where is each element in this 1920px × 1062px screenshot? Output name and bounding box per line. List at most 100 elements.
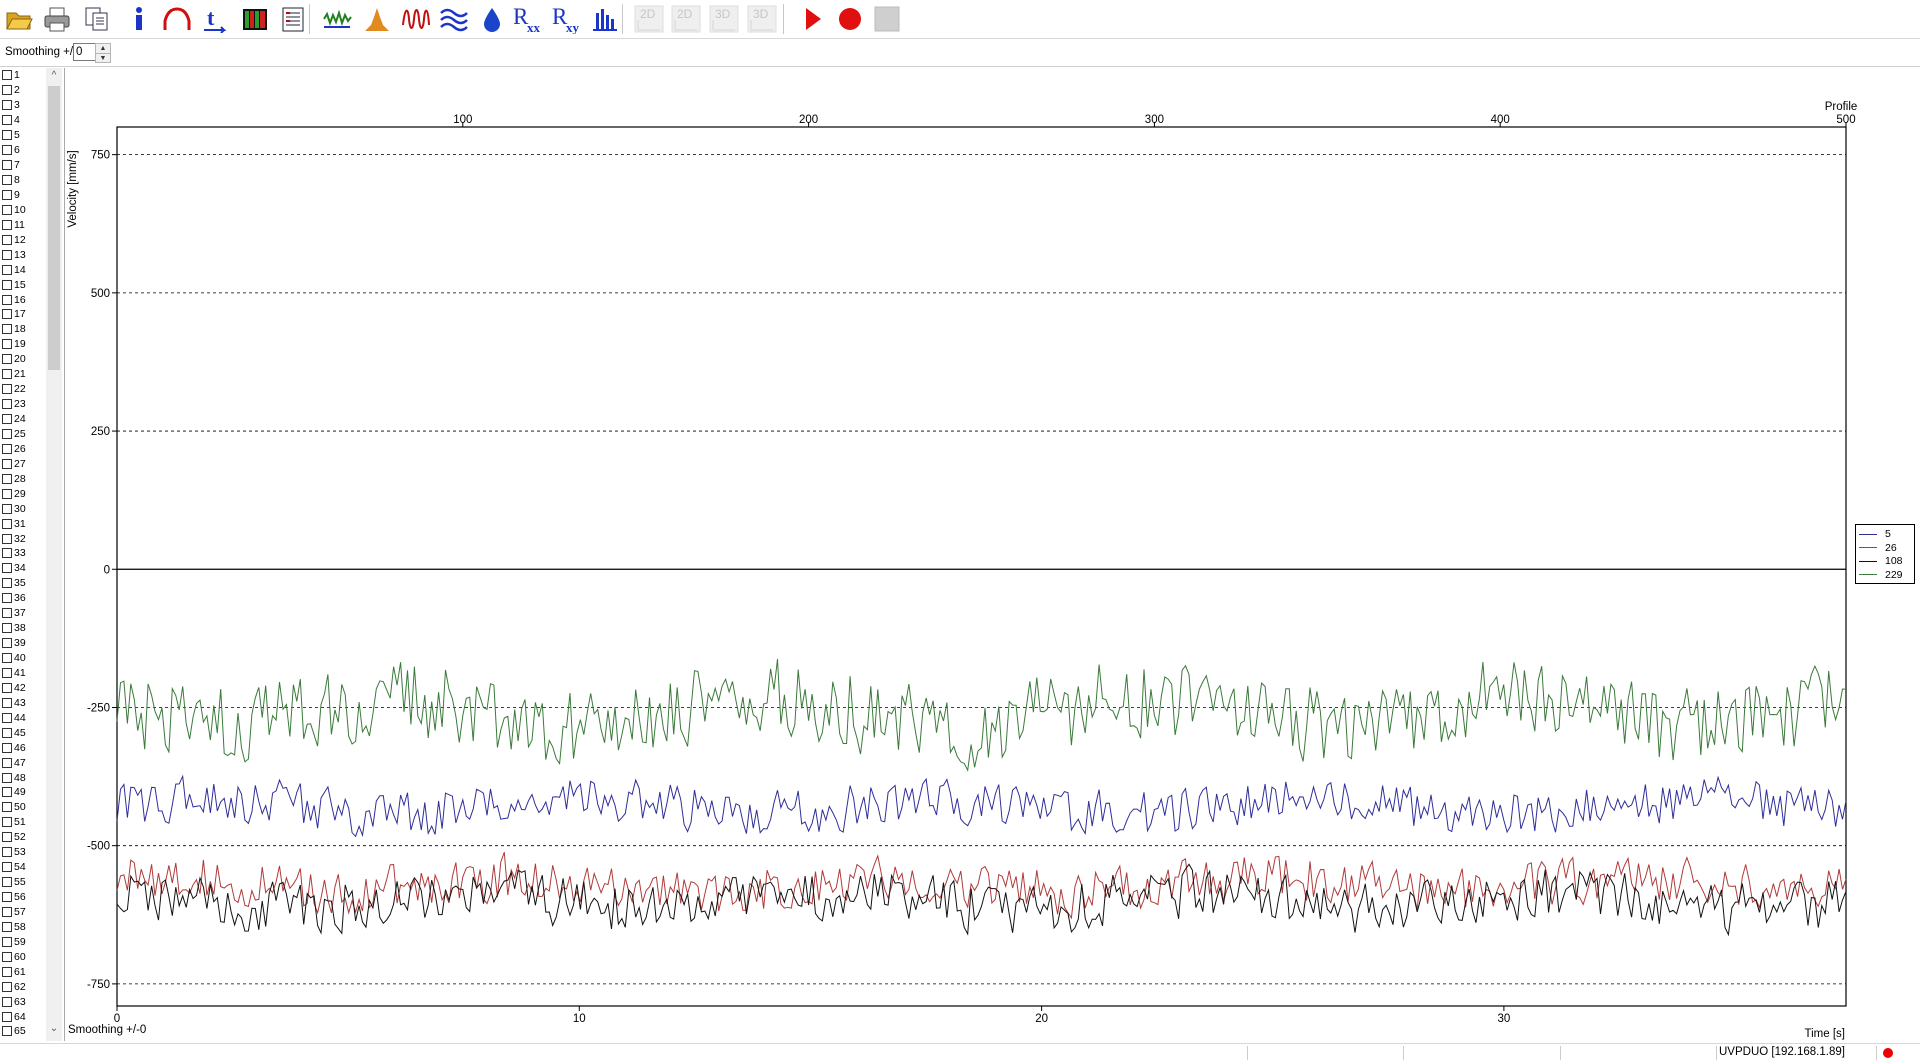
channel-item[interactable]: 27: [2, 456, 46, 471]
channel-checkbox[interactable]: [2, 115, 12, 126]
droplet-icon[interactable]: [475, 2, 509, 36]
channel-item[interactable]: 65: [2, 1024, 46, 1039]
channel-checkbox[interactable]: [2, 458, 12, 469]
channel-checkbox[interactable]: [2, 414, 12, 425]
channel-item[interactable]: 54: [2, 860, 46, 875]
channel-item[interactable]: 61: [2, 964, 46, 979]
spin-up-icon[interactable]: ▲: [96, 44, 110, 54]
channel-item[interactable]: 21: [2, 367, 46, 382]
channel-item[interactable]: 36: [2, 591, 46, 606]
channel-item[interactable]: 48: [2, 770, 46, 785]
channel-item[interactable]: 25: [2, 427, 46, 442]
channel-checkbox[interactable]: [2, 279, 12, 290]
channel-checkbox[interactable]: [2, 921, 12, 932]
channel-item[interactable]: 45: [2, 725, 46, 740]
channel-item[interactable]: 28: [2, 471, 46, 486]
channel-checkbox[interactable]: [2, 742, 12, 753]
channel-checkbox[interactable]: [2, 936, 12, 947]
channel-item[interactable]: 17: [2, 307, 46, 322]
channel-checkbox[interactable]: [2, 428, 12, 439]
waveform-icon[interactable]: [399, 2, 433, 36]
channel-checkbox[interactable]: [2, 906, 12, 917]
channel-item[interactable]: 42: [2, 680, 46, 695]
channel-checkbox[interactable]: [2, 354, 12, 365]
profile-curve-icon[interactable]: [160, 2, 194, 36]
time-axis-icon[interactable]: t: [198, 2, 232, 36]
channel-item[interactable]: 4: [2, 113, 46, 128]
channel-checkbox[interactable]: [2, 832, 12, 843]
channel-item[interactable]: 23: [2, 397, 46, 412]
channel-checkbox[interactable]: [2, 294, 12, 305]
channel-item[interactable]: 63: [2, 994, 46, 1009]
channel-item[interactable]: 53: [2, 845, 46, 860]
channel-item[interactable]: 47: [2, 755, 46, 770]
channel-checkbox[interactable]: [2, 623, 12, 634]
print-icon[interactable]: [40, 2, 74, 36]
channel-checkbox[interactable]: [2, 369, 12, 380]
channel-item[interactable]: 26: [2, 441, 46, 456]
waves-icon[interactable]: [437, 2, 471, 36]
time-series-icon[interactable]: [320, 2, 354, 36]
channel-item[interactable]: 31: [2, 516, 46, 531]
channel-item[interactable]: 62: [2, 979, 46, 994]
channel-checkbox[interactable]: [2, 488, 12, 499]
channel-checkbox[interactable]: [2, 787, 12, 798]
channel-item[interactable]: 56: [2, 890, 46, 905]
channel-checkbox[interactable]: [2, 966, 12, 977]
channel-checkbox[interactable]: [2, 309, 12, 320]
channel-checkbox[interactable]: [2, 653, 12, 664]
channel-item[interactable]: 39: [2, 636, 46, 651]
channel-item[interactable]: 3: [2, 98, 46, 113]
channel-item[interactable]: 6: [2, 143, 46, 158]
channel-item[interactable]: 18: [2, 322, 46, 337]
channel-checkbox[interactable]: [2, 697, 12, 708]
channel-item[interactable]: 40: [2, 651, 46, 666]
spin-down-icon[interactable]: ▼: [96, 54, 110, 63]
channel-checkbox[interactable]: [2, 757, 12, 768]
channel-checkbox[interactable]: [2, 817, 12, 828]
channel-checkbox[interactable]: [2, 862, 12, 873]
rxx-icon[interactable]: Rxx: [510, 2, 544, 36]
channel-item[interactable]: 10: [2, 202, 46, 217]
info-icon[interactable]: [122, 2, 156, 36]
channel-item[interactable]: 24: [2, 412, 46, 427]
channel-item[interactable]: 55: [2, 875, 46, 890]
channel-checkbox[interactable]: [2, 145, 12, 156]
channel-checkbox[interactable]: [2, 1011, 12, 1022]
channel-item[interactable]: 22: [2, 382, 46, 397]
scroll-thumb[interactable]: [48, 86, 60, 370]
channel-item[interactable]: 38: [2, 621, 46, 636]
channel-checkbox[interactable]: [2, 608, 12, 619]
channel-item[interactable]: 46: [2, 740, 46, 755]
channel-checkbox[interactable]: [2, 204, 12, 215]
channel-checkbox[interactable]: [2, 339, 12, 350]
channel-item[interactable]: 12: [2, 232, 46, 247]
channel-item[interactable]: 58: [2, 919, 46, 934]
channel-checkbox[interactable]: [2, 130, 12, 141]
channel-item[interactable]: 44: [2, 710, 46, 725]
channel-checkbox[interactable]: [2, 877, 12, 888]
channel-checkbox[interactable]: [2, 219, 12, 230]
channel-checkbox[interactable]: [2, 727, 12, 738]
channel-checkbox[interactable]: [2, 189, 12, 200]
channel-checkbox[interactable]: [2, 772, 12, 783]
play-icon[interactable]: [795, 2, 829, 36]
channel-item[interactable]: 34: [2, 561, 46, 576]
scroll-up-icon[interactable]: ^: [46, 70, 62, 84]
channel-checkbox[interactable]: [2, 802, 12, 813]
channel-checkbox[interactable]: [2, 473, 12, 484]
channel-scrollbar[interactable]: ^ ⌄: [46, 68, 62, 1041]
channel-checkbox[interactable]: [2, 384, 12, 395]
channel-item[interactable]: 57: [2, 905, 46, 920]
channel-checkbox[interactable]: [2, 1026, 12, 1037]
channel-item[interactable]: 29: [2, 486, 46, 501]
channel-checkbox[interactable]: [2, 234, 12, 245]
channel-item[interactable]: 14: [2, 262, 46, 277]
channel-item[interactable]: 49: [2, 785, 46, 800]
channel-item[interactable]: 60: [2, 949, 46, 964]
open-file-icon[interactable]: [2, 2, 36, 36]
channel-item[interactable]: 33: [2, 546, 46, 561]
channel-item[interactable]: 9: [2, 188, 46, 203]
channel-item[interactable]: 15: [2, 277, 46, 292]
channel-item[interactable]: 51: [2, 815, 46, 830]
